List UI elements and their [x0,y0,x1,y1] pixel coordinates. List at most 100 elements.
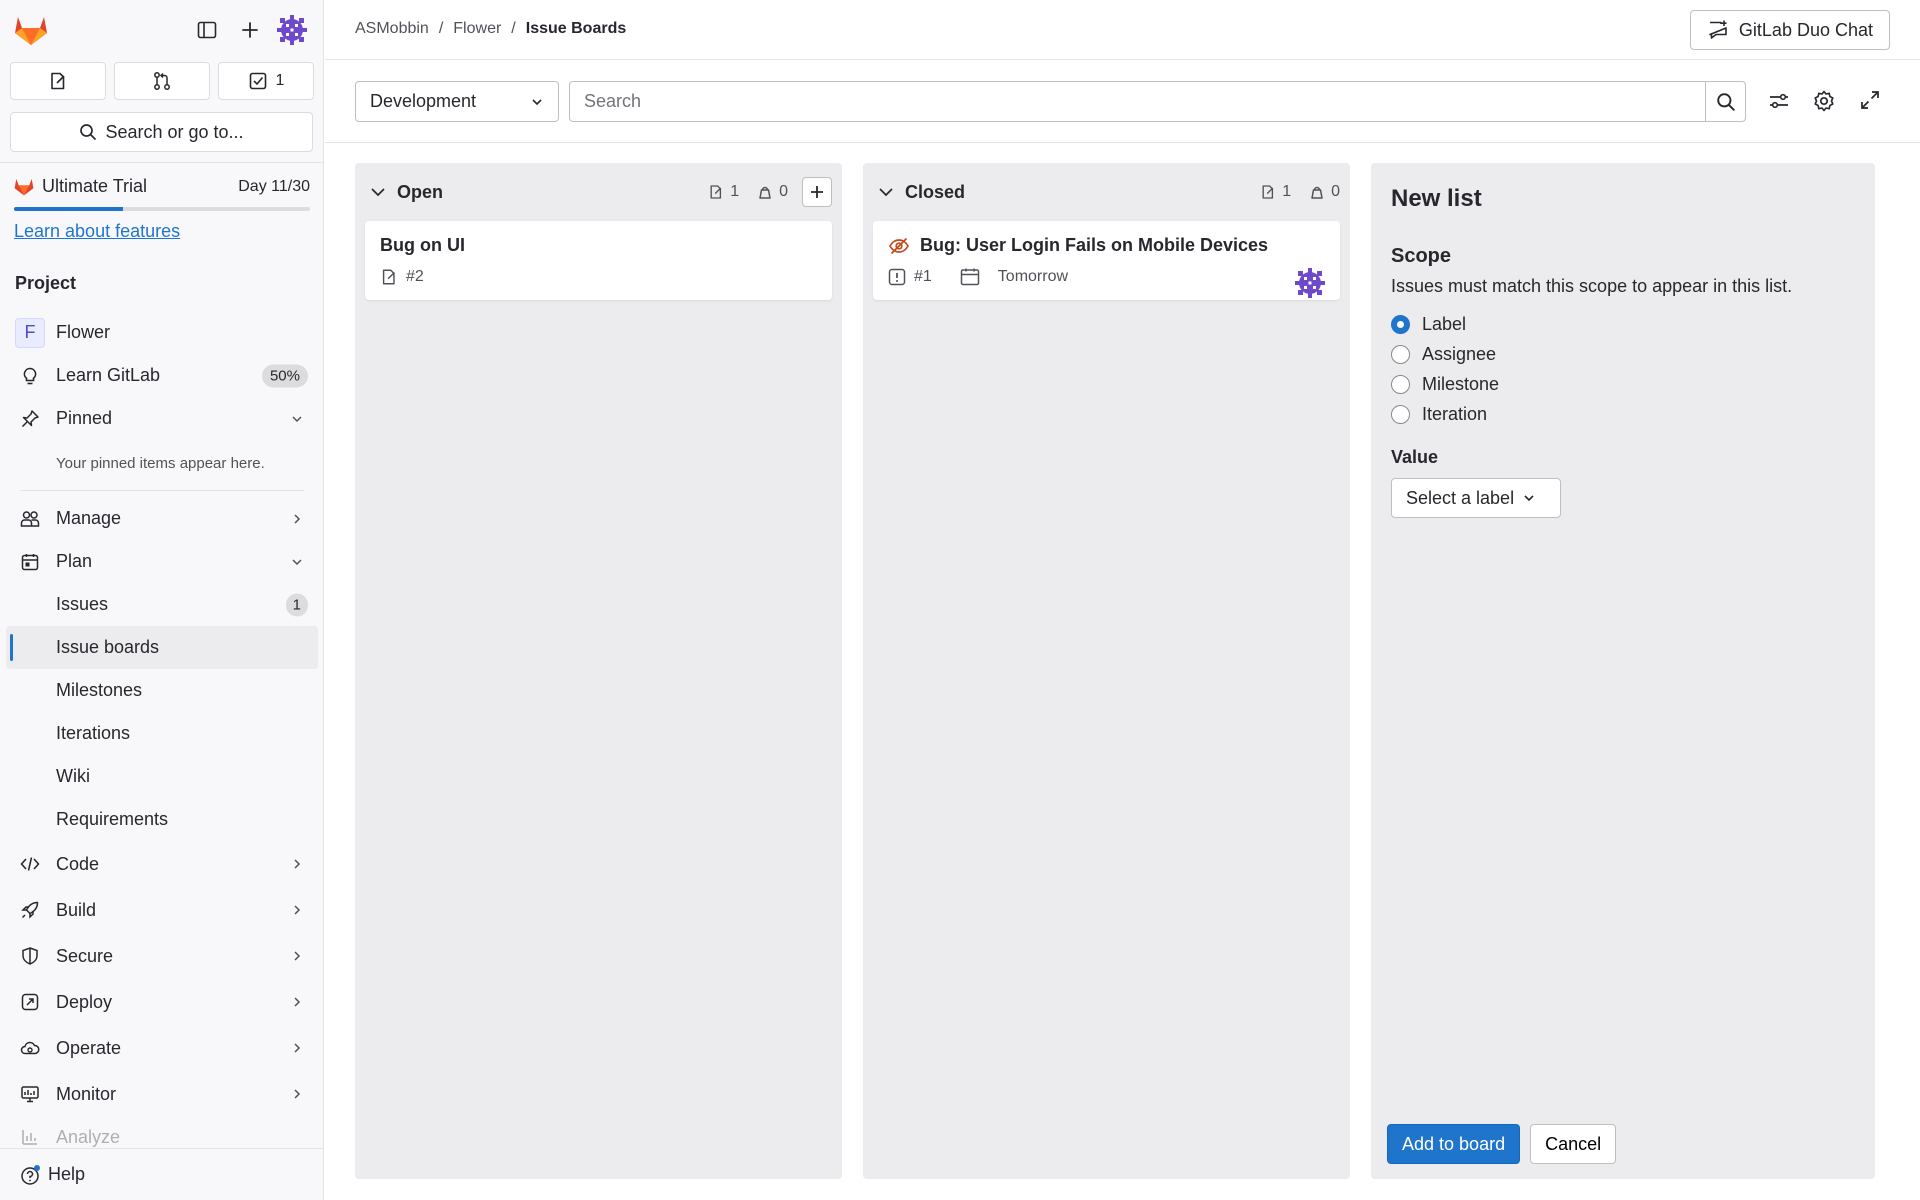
issues-icon [380,268,398,286]
board-lists: Open 1 0 Bug on UI #2 Closed 1 0 Bug: Us… [325,143,1920,1200]
trial-widget[interactable]: Ultimate Trial Day 11/30 Learn about fea… [14,176,310,242]
sidebar-item-build[interactable]: Build [0,887,323,933]
learn-about-features-link[interactable]: Learn about features [14,221,180,242]
issue-card[interactable]: Bug: User Login Fails on Mobile Devices … [873,221,1340,300]
todos-count: 1 [275,72,285,89]
sidebar-item-issues[interactable]: Issues 1 [0,583,323,626]
scope-option-label[interactable]: Label [1391,309,1855,339]
help-icon [20,1164,42,1186]
scope-label: Scope [1391,245,1452,267]
sidebar: 1 Search or go to... Ultimate Trial Day … [0,0,324,1200]
milestones-label: Milestones [56,680,143,700]
board-options-icon[interactable] [1767,89,1791,113]
cloud-gear-icon [20,1038,40,1058]
add-to-board-button[interactable]: Add to board [1387,1124,1521,1164]
board-switcher-dropdown[interactable]: Development [355,81,559,122]
user-avatar[interactable] [276,14,308,46]
sidebar-item-learn-gitlab[interactable]: Learn GitLab 50% [0,354,323,397]
sidebar-item-wiki[interactable]: Wiki [0,755,323,798]
new-list-actions: Add to board Cancel [1387,1124,1617,1164]
global-search-button[interactable]: Search or go to... [10,112,313,152]
assigned-issues-button[interactable] [10,62,106,100]
sidebar-item-issue-boards[interactable]: Issue boards [6,626,318,669]
rocket-icon [20,900,40,920]
todo-check-icon [248,71,268,91]
project-section-label: Project [15,273,77,293]
list-weight: 0 [1331,183,1340,200]
settings-gear-icon[interactable] [1812,89,1836,113]
list-issue-count: 1 [730,183,740,200]
breadcrumb-current[interactable]: Issue Boards [526,20,626,38]
sidebar-item-requirements[interactable]: Requirements [0,798,323,841]
deploy-icon [20,992,40,1012]
wiki-label: Wiki [56,766,90,786]
plan-label: Plan [56,551,93,571]
board-search-input[interactable] [570,82,1705,121]
list-counts: 1 0 [708,177,832,207]
issues-label: Issues [56,594,109,614]
users-icon [20,509,40,529]
board-list-open: Open 1 0 Bug on UI #2 [355,163,842,1179]
sidebar-item-analyze-partial[interactable]: Analyze [0,1128,323,1148]
scope-option-assignee[interactable]: Assignee [1391,339,1855,369]
search-label: Search or go to... [105,121,244,142]
duo-chat-icon [1707,19,1729,41]
sidebar-item-pinned[interactable]: Pinned [0,397,323,440]
cancel-button[interactable]: Cancel [1530,1124,1617,1164]
radio-assignee[interactable] [1391,344,1410,364]
sidebar-item-project[interactable]: F Flower [0,311,323,354]
radio-milestone[interactable] [1391,374,1410,394]
new-issue-button[interactable] [802,177,832,207]
filtered-search [569,81,1746,122]
sidebar-item-manage[interactable]: Manage [0,497,323,540]
sidebar-item-monitor[interactable]: Monitor [0,1071,323,1117]
sidebar-item-deploy[interactable]: Deploy [0,979,323,1025]
operate-label: Operate [56,1037,122,1058]
scope-option-milestone[interactable]: Milestone [1391,369,1855,399]
sidebar-item-secure[interactable]: Secure [0,933,323,979]
gitlab-logo-icon[interactable] [14,14,48,46]
issue-card-title[interactable]: Bug on UI [380,235,465,256]
sidebar-item-milestones[interactable]: Milestones [0,669,323,712]
weight-icon [1309,184,1325,200]
calendar-plan-icon [20,552,40,572]
list-weight: 0 [779,183,788,200]
list-collapse-chevron-icon[interactable] [369,183,387,201]
issue-due-date: Tomorrow [997,268,1069,285]
trial-progress-bar [14,207,310,211]
thumbtack-icon [20,409,40,429]
scope-option-iteration[interactable]: Iteration [1391,399,1855,429]
list-header: Open 1 0 [355,163,842,221]
chevron-right-icon [290,949,304,963]
search-submit-button[interactable] [1705,82,1745,121]
search-icon [1716,92,1736,112]
create-new-icon[interactable] [235,15,265,45]
sidebar-divider [0,162,323,163]
assignee-avatar[interactable] [1294,267,1326,299]
radio-iteration[interactable] [1391,404,1410,424]
requirements-label: Requirements [56,809,169,829]
scope-help-text: Issues must match this scope to appear i… [1391,276,1793,296]
issue-card-title[interactable]: Bug: User Login Fails on Mobile Devices [920,235,1268,256]
issue-card[interactable]: Bug on UI #2 [365,221,832,300]
collapse-sidebar-icon[interactable] [192,15,222,45]
radio-label[interactable] [1391,314,1410,334]
todos-button[interactable]: 1 [218,62,314,100]
duo-chat-button[interactable]: GitLab Duo Chat [1689,10,1890,50]
breadcrumb-project[interactable]: Flower [453,20,501,38]
list-collapse-chevron-icon[interactable] [877,183,895,201]
sidebar-item-iterations[interactable]: Iterations [0,712,323,755]
learn-gitlab-percent-badge: 50% [261,364,308,387]
issue-card-meta: #2 [380,268,817,286]
help-button[interactable]: Help [0,1148,323,1200]
issue-card-meta: #1 Tomorrow [888,268,1325,286]
fullscreen-expand-icon[interactable] [1859,89,1881,111]
chevron-right-icon [290,1087,304,1101]
breadcrumb-group[interactable]: ASMobbin [355,20,429,38]
sidebar-item-plan[interactable]: Plan [0,540,323,583]
sidebar-item-analyze[interactable]: Analyze [0,1128,323,1148]
select-label-dropdown[interactable]: Select a label [1391,478,1561,518]
merge-requests-button[interactable] [114,62,210,100]
sidebar-item-operate[interactable]: Operate [0,1025,323,1071]
sidebar-item-code[interactable]: Code [0,841,323,887]
